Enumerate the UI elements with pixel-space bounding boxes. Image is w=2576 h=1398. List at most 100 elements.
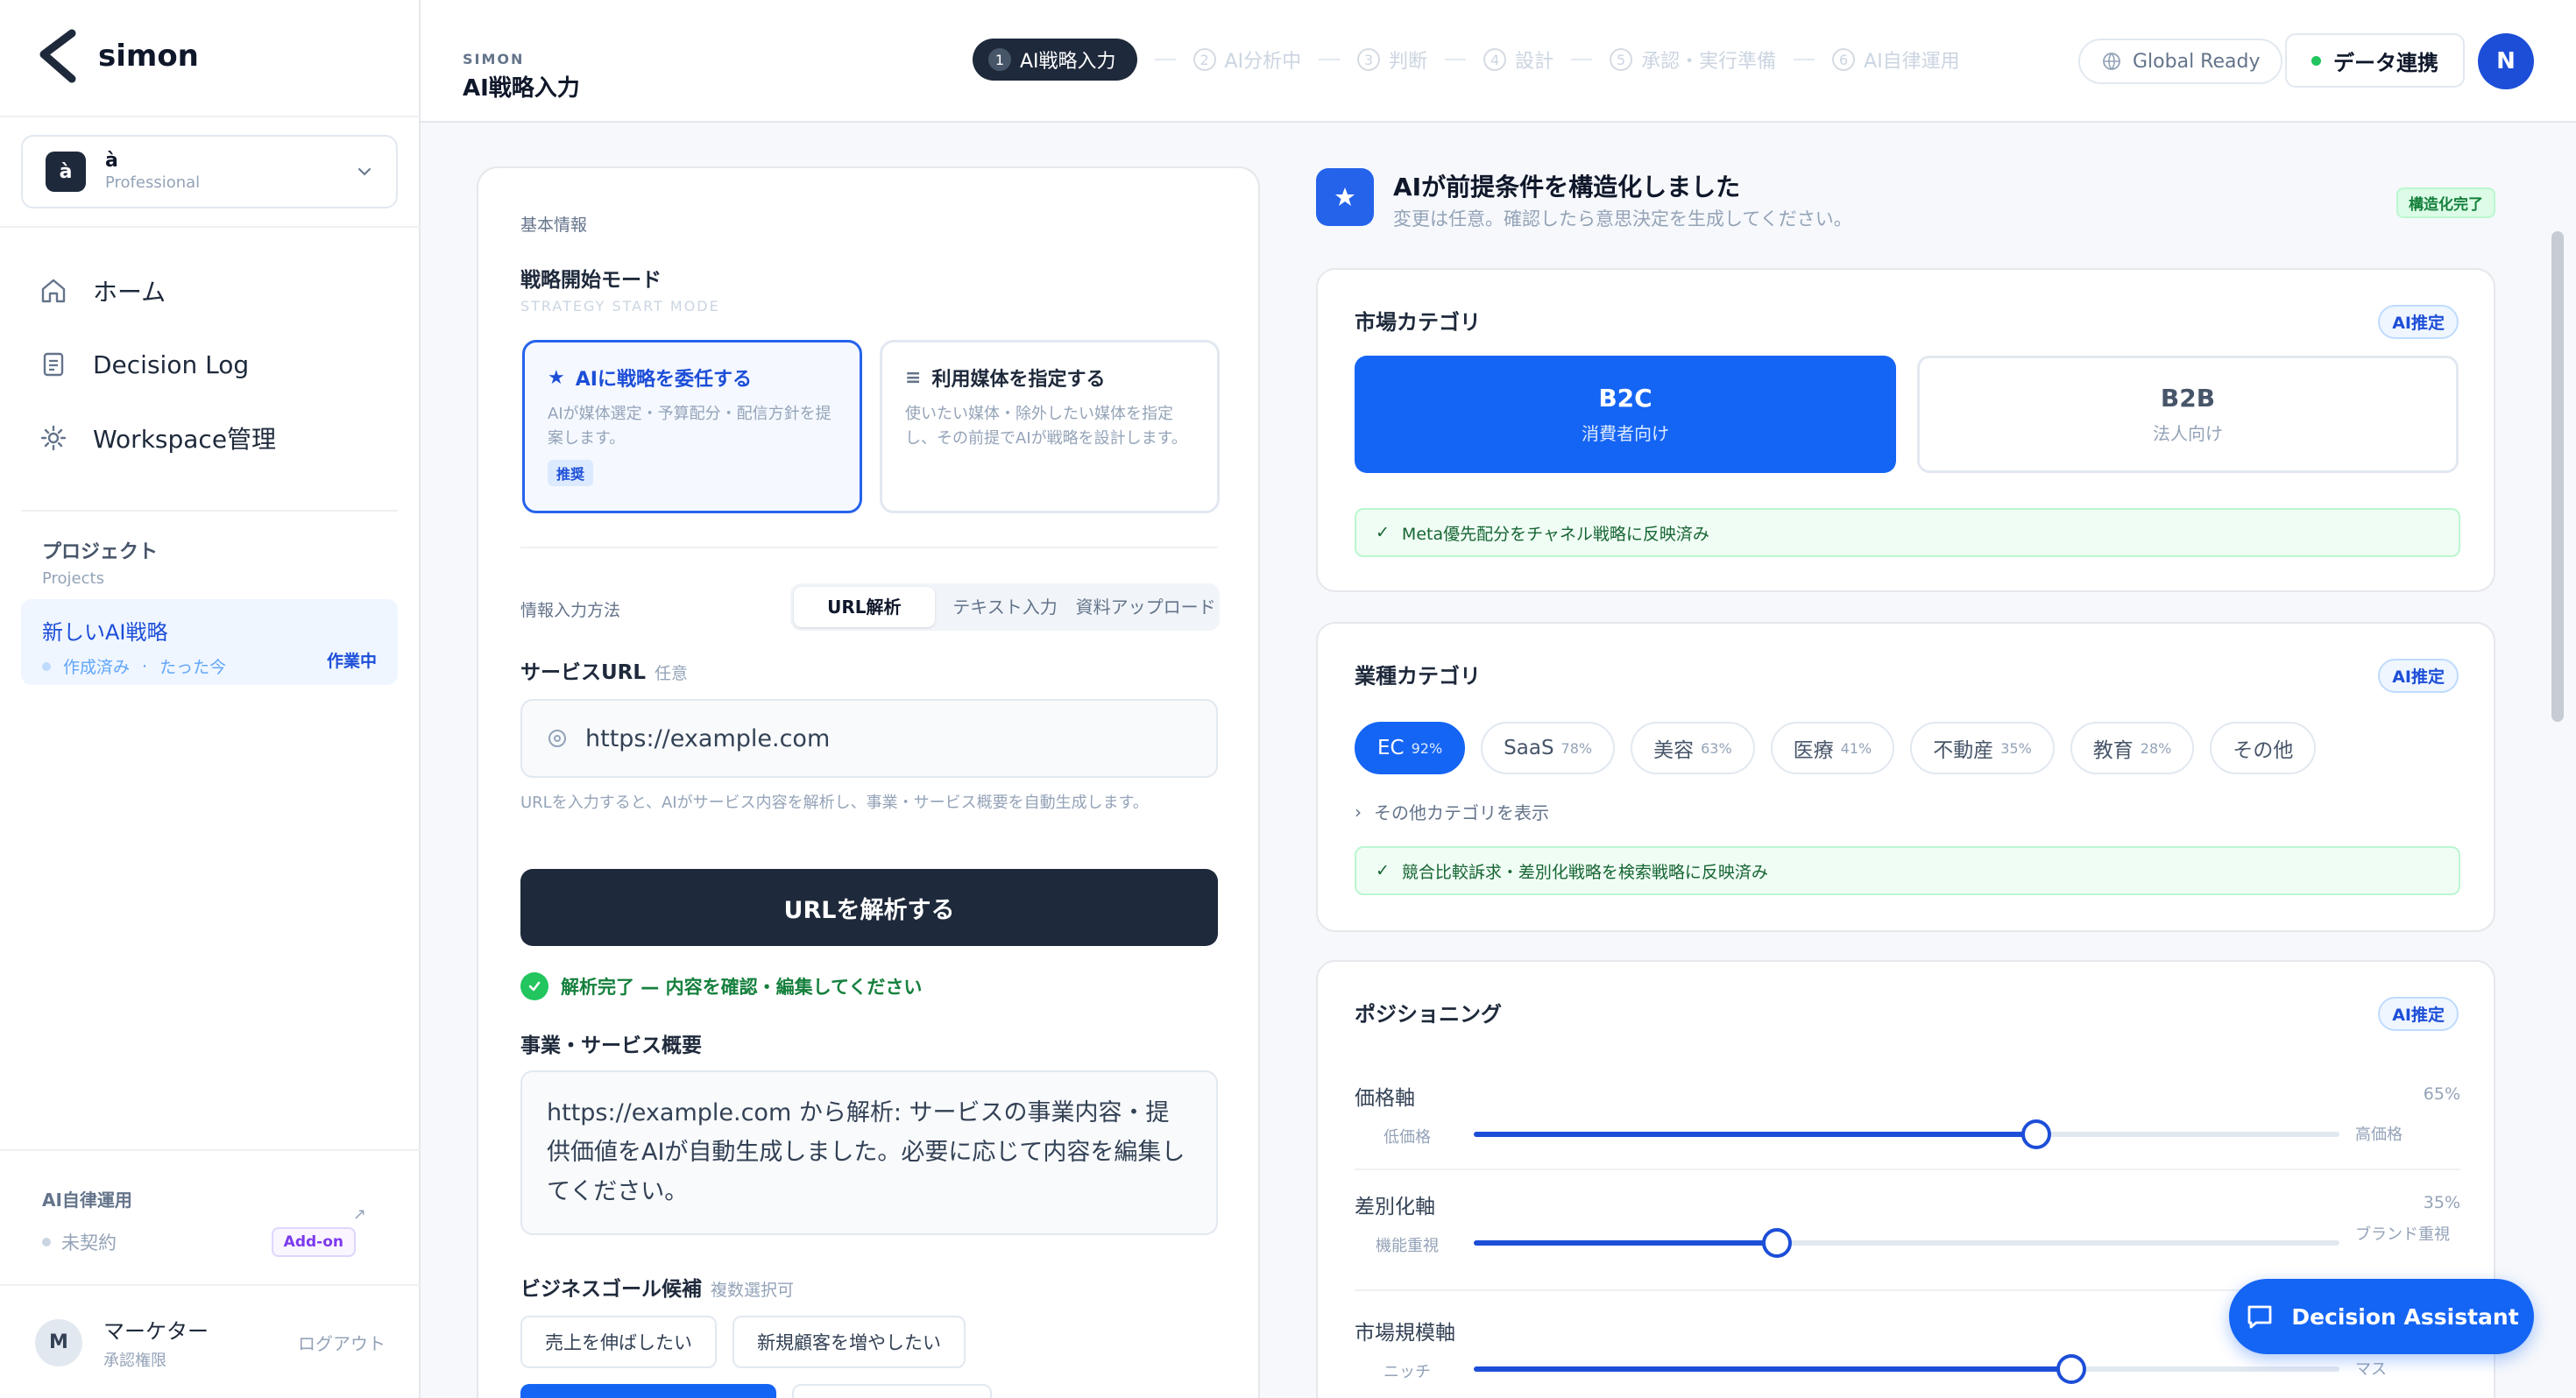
- user-name: マーケター: [103, 1319, 209, 1344]
- breadcrumb: SIMON: [463, 51, 525, 67]
- autonomous-ops-panel[interactable]: AI自律運用 未契約 Add-on ↗: [42, 1186, 384, 1257]
- analyze-url-button[interactable]: URLを解析する: [520, 869, 1218, 946]
- step-label: AI戦略入力: [1020, 51, 1116, 73]
- chip-label: 美容: [1653, 739, 1695, 762]
- step-number: 4: [1483, 48, 1507, 71]
- project-item-current[interactable]: 新しいAI戦略 作成済み · たった今 作業中: [21, 599, 398, 685]
- market-option-b2c[interactable]: B2C 消費者向け: [1355, 356, 1896, 473]
- goal-option[interactable]: 新規顧客を増やしたい: [732, 1316, 966, 1368]
- nav-item-label: Decision Log: [93, 350, 250, 379]
- autonomous-title: AI自律運用: [42, 1190, 132, 1211]
- step-separator: [1445, 59, 1467, 60]
- projects-subtitle: Projects: [42, 569, 104, 588]
- ai-estimate-badge: AI推定: [2378, 659, 2459, 693]
- user-profile: M マーケター 承認権限 ログアウト: [35, 1314, 386, 1371]
- mode-subtitle: STRATEGY START MODE: [520, 298, 720, 314]
- card-title: 業種カテゴリ: [1355, 664, 1481, 688]
- nav-item-workspace[interactable]: Workspace管理: [39, 401, 276, 475]
- tab-url-analysis[interactable]: URL解析: [794, 587, 935, 627]
- industry-chip-beauty[interactable]: 美容 63%: [1631, 722, 1755, 774]
- mode-option-desc: AIが媒体選定・予算配分・配信方針を提案します。: [548, 405, 832, 448]
- tab-file-upload[interactable]: 資料アップロード: [1075, 587, 1216, 627]
- recommended-badge: 推奨: [548, 460, 594, 486]
- sidebar-divider: [0, 116, 421, 117]
- chip-percent: 92%: [1411, 739, 1443, 757]
- slider-label: 市場規模軸: [1355, 1322, 1455, 1345]
- nav-item-home[interactable]: ホーム: [39, 254, 276, 328]
- step-6: 6 AI自律運用: [1832, 46, 1960, 74]
- app-logo[interactable]: simon: [37, 28, 199, 84]
- industry-chip-real-estate[interactable]: 不動産 35%: [1910, 722, 2055, 774]
- slider-thumb[interactable]: [2021, 1119, 2052, 1149]
- mode-option-specify-media[interactable]: ≡ 利用媒体を指定する 使いたい媒体・除外したい媒体を指定し、その前提でAIが戦…: [880, 340, 1220, 513]
- chip-label: 教育: [2092, 739, 2134, 762]
- ai-estimate-badge: AI推定: [2378, 305, 2459, 339]
- step-separator: [1319, 59, 1341, 60]
- user-avatar[interactable]: N: [2478, 33, 2534, 89]
- logout-button[interactable]: ログアウト: [298, 1330, 386, 1355]
- data-link-button[interactable]: データ連携: [2285, 33, 2465, 88]
- slider-fill: [1474, 1366, 2071, 1372]
- nav-item-label: Workspace管理: [93, 425, 277, 454]
- sidebar-divider: [0, 226, 421, 228]
- url-hint: URLを入力すると、AIがサービス内容を解析し、事業・サービス概要を自動生成しま…: [520, 794, 1149, 812]
- card-title: ポジショニング: [1355, 1002, 1502, 1027]
- global-ready-button[interactable]: Global Ready: [2078, 39, 2283, 84]
- sidebar-nav: ホーム Decision Log Workspace管理: [39, 254, 276, 475]
- slider-thumb[interactable]: [1761, 1228, 1792, 1258]
- show-more-categories-link[interactable]: › その他カテゴリを表示: [1355, 799, 1549, 824]
- chevron-right-icon: ›: [1355, 801, 1362, 823]
- industry-chips: EC 92% SaaS 78% 美容 63% 医療 41% 不動産 35% 教育 28% そ…: [1355, 722, 2317, 774]
- slider-thumb[interactable]: [2056, 1354, 2086, 1384]
- addon-badge: Add-on: [271, 1227, 356, 1257]
- user-avatar[interactable]: M: [35, 1318, 82, 1366]
- workspace-selector[interactable]: à à Professional: [21, 135, 398, 208]
- chip-label: 医療: [1793, 739, 1834, 762]
- decision-assistant-button[interactable]: Decision Assistant: [2229, 1279, 2534, 1354]
- business-summary-textarea[interactable]: https://example.com から解析: サービスの事業内容・提供価値…: [520, 1070, 1218, 1235]
- step-indicator: 1 AI戦略入力 2 AI分析中 3 判断 4 設計 5 承認・実行準備 6 A…: [973, 39, 1960, 81]
- slider-value: 35%: [2423, 1193, 2460, 1212]
- step-label: 承認・実行準備: [1641, 51, 1777, 73]
- check-circle-icon: [520, 972, 548, 1000]
- step-number: 3: [1357, 48, 1381, 71]
- industry-chip-other[interactable]: その他: [2210, 722, 2317, 774]
- sidebar-divider: [21, 510, 398, 512]
- step-separator: [1571, 59, 1593, 60]
- status-dot: [42, 661, 51, 671]
- slider-track[interactable]: [1474, 1228, 2339, 1258]
- mode-option-ai-delegate[interactable]: ★ AIに戦略を委任する AIが媒体選定・予算配分・配信方針を提案します。 推奨: [522, 340, 862, 513]
- slider-track[interactable]: [1474, 1354, 2339, 1384]
- goal-option[interactable]: [792, 1384, 992, 1398]
- note-text: Meta優先配分をチャネル戦略に反映済み: [1401, 524, 1709, 544]
- market-option-b2b[interactable]: B2B 法人向け: [1917, 356, 2459, 473]
- ai-panel-subtitle: 変更は任意。確認したら意思決定を生成してください。: [1393, 208, 1852, 229]
- chip-percent: 63%: [1701, 739, 1732, 757]
- slider-min-label: 機能重視: [1376, 1237, 1439, 1255]
- option-title: B2C: [1598, 384, 1652, 413]
- option-title: B2B: [2160, 384, 2216, 413]
- market-category-card: 市場カテゴリ AI推定 B2C 消費者向け B2B 法人向け ✓ Meta優先配…: [1316, 268, 2495, 592]
- app-name: simon: [98, 39, 199, 74]
- nav-item-decision-log[interactable]: Decision Log: [39, 328, 276, 401]
- industry-chip-education[interactable]: 教育 28%: [2070, 722, 2195, 774]
- check-icon: ✓: [1376, 523, 1390, 542]
- goal-option-selected[interactable]: [520, 1384, 776, 1398]
- option-sub: 法人向け: [2153, 423, 2223, 444]
- goal-option[interactable]: 売上を伸ばしたい: [520, 1316, 717, 1368]
- chip-label: SaaS: [1504, 737, 1554, 759]
- step-1[interactable]: 1 AI戦略入力: [973, 39, 1137, 81]
- assistant-label: Decision Assistant: [2291, 1303, 2519, 1330]
- industry-chip-ec[interactable]: EC 92%: [1355, 722, 1466, 774]
- global-ready-label: Global Ready: [2133, 50, 2261, 73]
- tab-text-input[interactable]: テキスト入力: [935, 587, 1076, 627]
- url-input[interactable]: https://example.com: [520, 699, 1218, 778]
- chevron-down-icon: [358, 168, 371, 176]
- industry-chip-medical[interactable]: 医療 41%: [1770, 722, 1895, 774]
- slider-track[interactable]: [1474, 1119, 2339, 1149]
- scrollbar[interactable]: [2551, 231, 2564, 722]
- arrow-right-icon: ↗: [352, 1205, 366, 1224]
- industry-chip-saas[interactable]: SaaS 78%: [1481, 722, 1616, 774]
- step-number: 5: [1610, 48, 1633, 71]
- option-sub: 消費者向け: [1582, 423, 1669, 444]
